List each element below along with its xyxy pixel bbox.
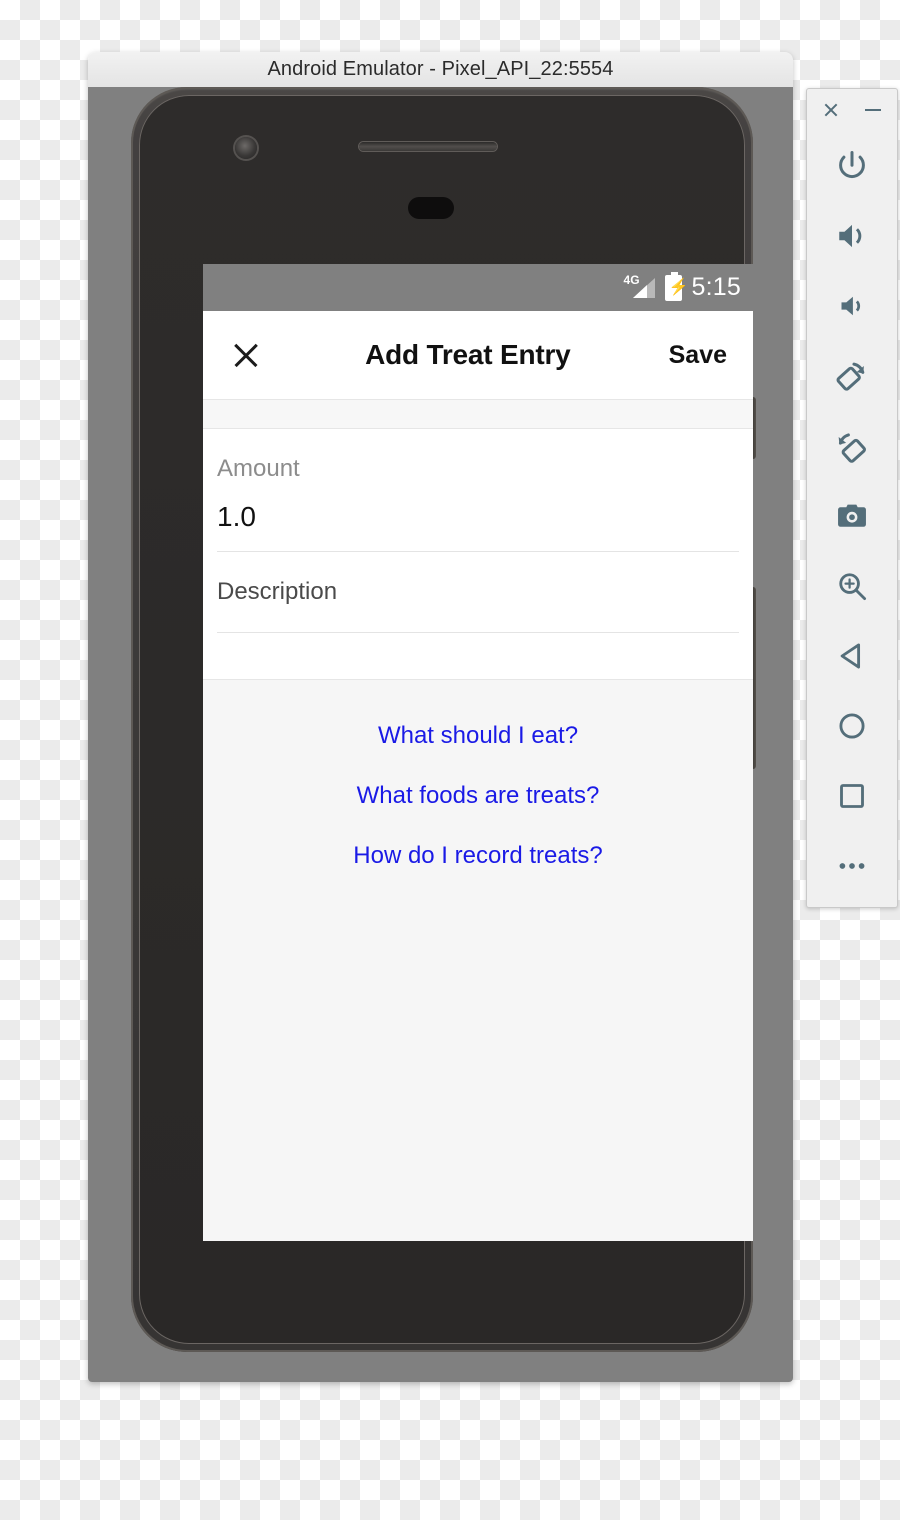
form-scroll-area[interactable]: Amount 1.0 Description What should I eat… [203,399,753,1241]
status-clock: 5:15 [691,273,741,301]
form-card-spacer [217,633,739,679]
page-title: Add Treat Entry [365,339,571,370]
power-icon[interactable] [807,131,897,201]
partial-scrolled-row [203,399,753,429]
amount-input[interactable]: 1.0 [217,487,739,552]
description-field-label: Description [217,578,338,605]
help-link-how-do-i-record-treats[interactable]: How do I record treats? [203,826,753,886]
help-link-what-foods-are-treats[interactable]: What foods are treats? [203,766,753,826]
help-link-what-should-i-eat[interactable]: What should I eat? [203,706,753,766]
app-bar: Add Treat Entry Save [203,311,753,399]
close-icon[interactable] [821,100,841,120]
status-bar: 4G ⚡ 5:15 [203,264,753,311]
amount-field-group: Amount 1.0 [217,429,739,552]
emulator-body: 4G ⚡ 5:15 Add Treat Entry Save Amount 1.… [88,87,793,1382]
camera-icon[interactable] [807,481,897,551]
back-triangle-icon[interactable] [807,621,897,691]
form-card: Amount 1.0 Description [203,429,753,679]
volume-down-icon[interactable] [807,271,897,341]
emulator-window: Android Emulator - Pixel_API_22:5554 4G [88,52,793,1382]
help-links-section: What should I eat? What foods are treats… [203,679,753,886]
phone-device-frame: 4G ⚡ 5:15 Add Treat Entry Save Amount 1.… [131,87,756,1352]
toolbar-window-controls [807,89,897,131]
home-circle-icon[interactable] [807,691,897,761]
earpiece-speaker [359,142,497,151]
zoom-in-icon[interactable] [807,551,897,621]
overview-square-icon[interactable] [807,761,897,831]
front-camera-icon [235,137,257,159]
volume-up-icon[interactable] [807,201,897,271]
emulator-titlebar[interactable]: Android Emulator - Pixel_API_22:5554 [88,52,793,88]
amount-field-label: Amount [217,455,300,482]
save-button[interactable]: Save [669,341,727,370]
phone-screen: 4G ⚡ 5:15 Add Treat Entry Save Amount 1.… [203,264,753,1241]
rotate-right-icon[interactable] [807,411,897,481]
more-options-icon[interactable] [807,831,897,901]
minimize-icon[interactable] [863,100,883,120]
rotate-left-icon[interactable] [807,341,897,411]
signal-4g-icon: 4G [623,272,655,301]
description-input[interactable] [217,610,739,633]
sensor-pill [408,197,454,219]
description-field-group: Description [217,552,739,633]
close-icon[interactable] [229,338,263,372]
window-title: Android Emulator - Pixel_API_22:5554 [267,58,614,80]
battery-charging-icon: ⚡ [664,271,688,301]
signal-network-label: 4G [623,272,640,287]
emulator-side-toolbar [806,88,898,908]
